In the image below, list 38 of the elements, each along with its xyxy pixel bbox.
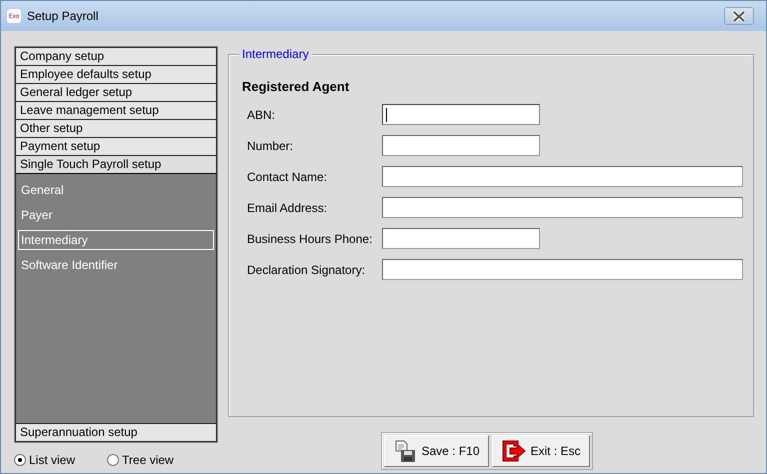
group-title: Intermediary (239, 47, 312, 61)
field-label: Business Hours Phone: (246, 232, 374, 246)
window-title: Setup Payroll (27, 9, 100, 23)
field-label: Declaration Signatory: (246, 262, 366, 276)
section-heading: Registered Agent (242, 79, 350, 94)
input-field[interactable] (382, 135, 540, 156)
input-field[interactable] (382, 259, 743, 280)
sidebar-section[interactable]: Employee defaults setup (15, 66, 217, 84)
save-button[interactable]: Save : F10 (384, 435, 488, 467)
radio-label: List view (29, 453, 76, 467)
sidebar-section[interactable]: Leave management setup (15, 102, 217, 120)
sidebar-section[interactable]: Company setup (15, 47, 217, 66)
radio-button[interactable] (14, 454, 26, 466)
field-label: Contact Name: (246, 170, 328, 184)
input-field[interactable] (382, 166, 743, 187)
sidebar-item[interactable]: Payer (18, 205, 214, 225)
sidebar-section[interactable]: Payment setup (15, 138, 217, 156)
field-label: ABN: (246, 108, 276, 122)
sidebar-item[interactable]: General (18, 180, 214, 200)
input-field[interactable] (382, 104, 540, 125)
sidebar-section[interactable]: Superannuation setup (15, 423, 217, 442)
input-field[interactable] (382, 197, 743, 218)
radio-button[interactable] (107, 454, 120, 466)
close-button[interactable] (724, 7, 754, 25)
exit-icon (500, 439, 526, 463)
sidebar-item[interactable]: Software Identifier (18, 255, 214, 275)
close-icon (732, 10, 746, 22)
sidebar-section[interactable]: General ledger setup (15, 84, 217, 102)
sidebar-item[interactable]: Intermediary (18, 230, 214, 250)
input-field[interactable] (382, 228, 540, 249)
radio-label: Tree view (122, 453, 174, 467)
sidebar-section[interactable]: Other setup (15, 120, 217, 138)
field-label: Email Address: (246, 200, 328, 214)
field-label: Number: (246, 138, 294, 152)
save-icon (393, 439, 418, 463)
text-cursor (386, 108, 387, 122)
exit-button[interactable]: Exit : Esc (492, 435, 590, 467)
sidebar-section[interactable]: Single Touch Payroll setup (15, 156, 217, 174)
